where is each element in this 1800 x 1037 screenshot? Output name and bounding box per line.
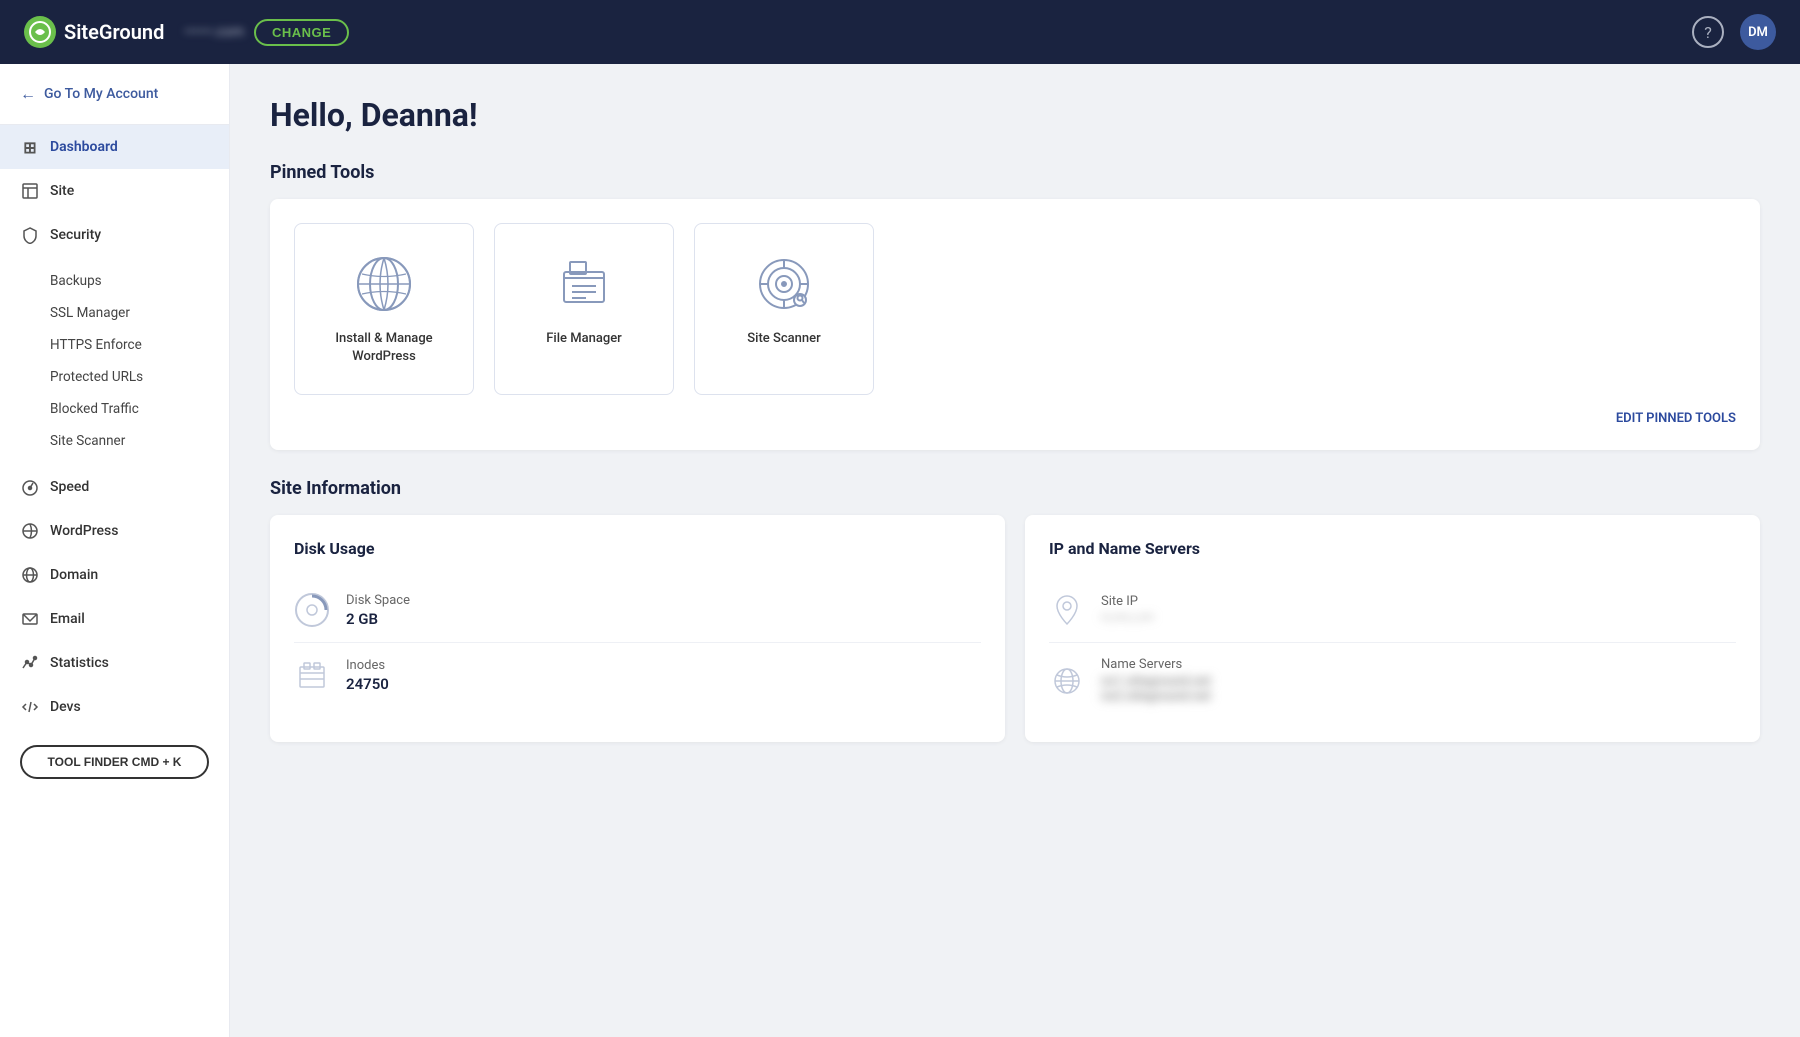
site-scanner-tool-icon <box>752 252 816 316</box>
site-ip-value: ••.•••.•.••• <box>1101 611 1154 626</box>
pinned-tools-title: Pinned Tools <box>270 162 1760 183</box>
sidebar-item-site-scanner[interactable]: Site Scanner <box>50 425 229 457</box>
wordpress-tool-icon <box>352 252 416 316</box>
statistics-icon <box>20 653 40 673</box>
main-layout: ← Go To My Account ⊞ Dashboard Site <box>0 64 1800 1037</box>
name-server-2-value: ns2.siteground.net <box>1101 689 1211 704</box>
domain-badge: ••••••.com CHANGE <box>184 19 349 46</box>
goto-my-account[interactable]: ← Go To My Account <box>0 64 229 125</box>
domain-name: ••••••.com <box>184 24 244 40</box>
speed-icon <box>20 477 40 497</box>
sidebar-item-statistics[interactable]: Statistics <box>0 641 229 685</box>
sidebar-item-dashboard[interactable]: ⊞ Dashboard <box>0 125 229 169</box>
sidebar-item-blocked-traffic[interactable]: Blocked Traffic <box>50 393 229 425</box>
name-servers-icon <box>1049 663 1085 699</box>
sidebar: ← Go To My Account ⊞ Dashboard Site <box>0 64 230 1037</box>
sidebar-label-devs: Devs <box>50 699 81 715</box>
sidebar-label-site: Site <box>50 183 74 199</box>
main-content: Hello, Deanna! Pinned Tools <box>230 64 1800 1037</box>
sidebar-item-https-enforce[interactable]: HTTPS Enforce <box>50 329 229 361</box>
tool-finder-button[interactable]: TOOL FINDER CMD + K <box>20 745 209 779</box>
inodes-value: 24750 <box>346 675 389 693</box>
topnav-right: ? DM <box>1692 14 1776 50</box>
site-info-grid: Disk Usage Disk Space 2 GB <box>270 515 1760 742</box>
tool-card-site-scanner[interactable]: Site Scanner <box>694 223 874 395</box>
sidebar-label-email: Email <box>50 611 85 627</box>
security-icon <box>20 225 40 245</box>
avatar[interactable]: DM <box>1740 14 1776 50</box>
top-navigation: SiteGround ••••••.com CHANGE ? DM <box>0 0 1800 64</box>
domain-icon <box>20 565 40 585</box>
edit-pinned-tools-link[interactable]: EDIT PINNED TOOLS <box>294 411 1736 426</box>
wordpress-icon <box>20 521 40 541</box>
sidebar-item-wordpress[interactable]: WordPress <box>0 509 229 553</box>
site-information-title: Site Information <box>270 478 1760 499</box>
disk-space-label: Disk Space <box>346 593 410 608</box>
logo-icon <box>24 16 56 48</box>
site-icon <box>20 181 40 201</box>
help-button[interactable]: ? <box>1692 16 1724 48</box>
wordpress-tool-label: Install & Manage WordPress <box>315 330 453 366</box>
logo[interactable]: SiteGround <box>24 16 164 48</box>
sidebar-label-dashboard: Dashboard <box>50 139 118 155</box>
dashboard-icon: ⊞ <box>20 137 40 157</box>
file-manager-tool-label: File Manager <box>546 330 622 348</box>
sidebar-item-speed[interactable]: Speed <box>0 465 229 509</box>
pinned-tools-grid: Install & Manage WordPress <box>294 223 1736 395</box>
sidebar-label-wordpress: WordPress <box>50 523 118 539</box>
sidebar-item-protected-urls[interactable]: Protected URLs <box>50 361 229 393</box>
disk-space-value: 2 GB <box>346 610 410 628</box>
change-button[interactable]: CHANGE <box>254 19 349 46</box>
greeting-heading: Hello, Deanna! <box>270 96 1760 134</box>
disk-usage-card: Disk Usage Disk Space 2 GB <box>270 515 1005 742</box>
disk-space-text: Disk Space 2 GB <box>346 593 410 628</box>
name-servers-row: Name Servers ns1.siteground.net ns2.site… <box>1049 643 1736 718</box>
sidebar-item-domain[interactable]: Domain <box>0 553 229 597</box>
site-ip-row: Site IP ••.•••.•.••• <box>1049 578 1736 643</box>
site-ip-label: Site IP <box>1101 594 1154 609</box>
inodes-label: Inodes <box>346 658 389 673</box>
devs-icon <box>20 697 40 717</box>
name-servers-label: Name Servers <box>1101 657 1211 672</box>
pinned-tools-card: Install & Manage WordPress <box>270 199 1760 450</box>
email-icon <box>20 609 40 629</box>
back-arrow-icon: ← <box>20 84 36 104</box>
sidebar-label-speed: Speed <box>50 479 89 495</box>
inodes-text: Inodes 24750 <box>346 658 389 693</box>
disk-usage-title: Disk Usage <box>294 539 981 558</box>
sidebar-label-security: Security <box>50 227 101 243</box>
site-ip-text: Site IP ••.•••.•.••• <box>1101 594 1154 626</box>
ip-nameservers-title: IP and Name Servers <box>1049 539 1736 558</box>
tool-card-file-manager[interactable]: File Manager <box>494 223 674 395</box>
disk-space-icon <box>294 592 330 628</box>
sidebar-item-site[interactable]: Site <box>0 169 229 213</box>
ip-nameservers-card: IP and Name Servers Site IP ••.•••.•.••• <box>1025 515 1760 742</box>
sidebar-item-backups[interactable]: Backups <box>50 265 229 297</box>
tool-card-wordpress[interactable]: Install & Manage WordPress <box>294 223 474 395</box>
sidebar-item-email[interactable]: Email <box>0 597 229 641</box>
site-ip-icon <box>1049 592 1085 628</box>
site-scanner-tool-label: Site Scanner <box>747 330 820 348</box>
name-servers-text: Name Servers ns1.siteground.net ns2.site… <box>1101 657 1211 704</box>
sidebar-label-statistics: Statistics <box>50 655 109 671</box>
name-server-1-value: ns1.siteground.net <box>1101 674 1211 689</box>
inodes-row: Inodes 24750 <box>294 643 981 707</box>
disk-space-row: Disk Space 2 GB <box>294 578 981 643</box>
sidebar-item-devs[interactable]: Devs <box>0 685 229 729</box>
security-subnav: Backups SSL Manager HTTPS Enforce Protec… <box>0 257 229 465</box>
file-manager-tool-icon <box>552 252 616 316</box>
sidebar-item-security[interactable]: Security <box>0 213 229 257</box>
logo-text: SiteGround <box>64 20 164 44</box>
goto-label: Go To My Account <box>44 86 158 102</box>
inodes-icon <box>294 657 330 693</box>
sidebar-label-domain: Domain <box>50 567 98 583</box>
sidebar-item-ssl-manager[interactable]: SSL Manager <box>50 297 229 329</box>
